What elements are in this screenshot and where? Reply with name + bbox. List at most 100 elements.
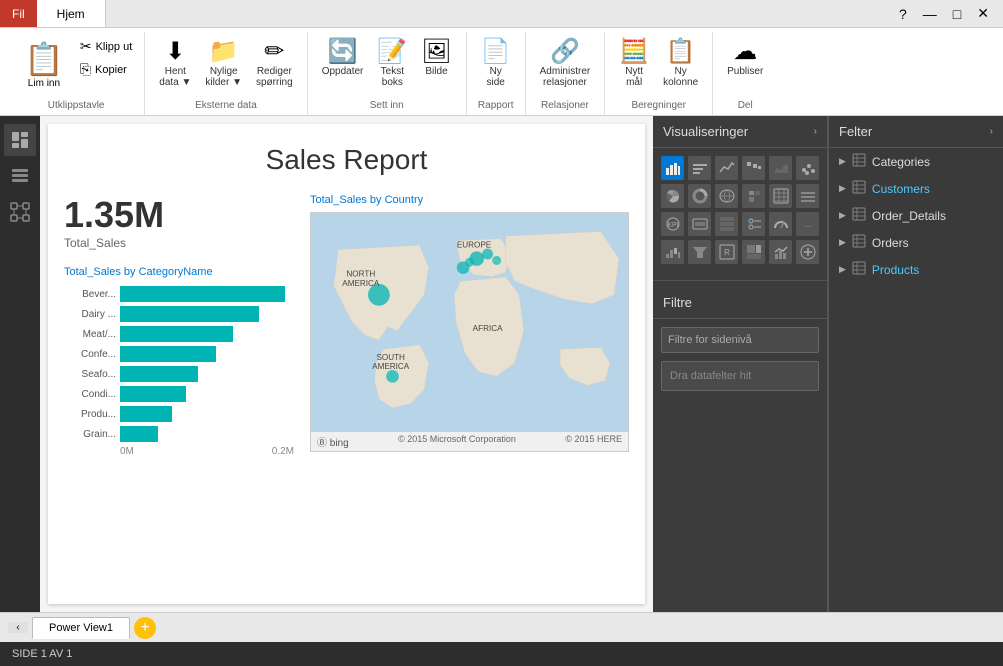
sidebar-icon-report[interactable] [4,124,36,156]
viz-icon-table[interactable] [769,184,792,208]
textbox-label: Tekstboks [381,66,404,88]
bar-track [120,406,294,422]
viz-icon-r-script[interactable]: R [715,240,738,264]
add-tab-button[interactable]: + [134,617,156,639]
viz-icon-custom[interactable]: ... [796,212,819,236]
field-item[interactable]: ▶ Categories [829,148,1003,175]
textbox-button[interactable]: 📝 Tekstboks [371,36,413,92]
recent-sources-label: Nyligekilder ▼ [205,66,242,88]
viz-icon-combo[interactable] [769,240,792,264]
field-table-icon [852,180,866,197]
bar-track [120,366,294,382]
tab-power-view1[interactable]: Power View1 [32,617,130,639]
image-label: Bilde [425,66,447,77]
viz-icon-filled-map[interactable] [742,184,765,208]
calculations-group-label: Beregninger [631,98,685,115]
big-label: Total_Sales [64,236,294,250]
close-button[interactable]: ✕ [971,3,995,24]
bar-fill [120,426,158,442]
viz-panel-chevron[interactable]: › [814,126,817,137]
filter-drop-zone[interactable]: Dra datafelter hit [661,361,819,391]
viz-icon-waterfall[interactable] [661,240,684,264]
viz-icon-map[interactable] [715,184,738,208]
sidebar-icon-data[interactable] [4,160,36,192]
status-text: SIDE 1 AV 1 [12,648,72,660]
field-name-label: Customers [872,182,930,196]
viz-icon-gauge[interactable] [769,212,792,236]
bar-chart-row: Confe... [64,346,294,362]
viz-icon-import[interactable] [796,240,819,264]
ms-copyright: © 2015 Microsoft Corporation [398,434,516,449]
cut-button[interactable]: ✂ Klipp ut [76,36,136,57]
bar-track [120,346,294,362]
maximize-button[interactable]: □ [947,4,967,24]
image-icon: 🖼 [421,40,451,64]
paste-button[interactable]: 📋 Lim inn [16,36,72,93]
recent-sources-button[interactable]: 📁 Nyligekilder ▼ [199,36,248,92]
viz-icon-slicer[interactable] [742,212,765,236]
field-expand-chevron: ▶ [839,237,846,248]
viz-panel-header: Visualiseringer › [653,116,827,148]
bar-chart-row: Dairy ... [64,306,294,322]
fields-panel-label: Felter [839,124,872,139]
field-item[interactable]: ▶ Orders [829,229,1003,256]
new-column-label: Nykolonne [663,66,698,88]
field-expand-chevron: ▶ [839,264,846,275]
viz-icon-kpi[interactable]: KPI [661,212,684,236]
copy-button[interactable]: ⎘ Kopier [76,59,136,80]
refresh-button[interactable]: 🔄 Oppdater [316,36,370,81]
bar-label: Produ... [64,409,116,420]
ribbon-group-report: 📄 Nyside Rapport [467,32,526,115]
viz-icon-stacked-bar[interactable] [742,156,765,180]
minimize-button[interactable]: — [917,4,943,24]
get-data-icon: ⬇ [165,40,185,64]
main-layout: Sales Report 1.35M Total_Sales Total_Sal… [0,116,1003,612]
viz-icon-donut[interactable] [688,184,711,208]
home-tab[interactable]: Hjem [37,0,106,27]
viz-icon-area[interactable] [769,156,792,180]
viz-icon-line[interactable] [715,156,738,180]
bar-chart-row: Produ... [64,406,294,422]
filters-panel-label: Filtre [663,295,692,310]
viz-icon-scatter[interactable] [796,156,819,180]
bar-fill [120,366,198,382]
field-name-label: Order_Details [872,209,946,223]
field-table-icon [852,207,866,224]
viz-icon-multirow-card[interactable] [715,212,738,236]
viz-icon-column[interactable] [688,156,711,180]
viz-icon-pie[interactable] [661,184,684,208]
fields-panel-chevron[interactable]: › [990,126,993,137]
image-button[interactable]: 🖼 Bilde [415,36,457,81]
recent-sources-icon: 📁 [209,40,239,64]
field-item[interactable]: ▶ Order_Details [829,202,1003,229]
viz-icon-card[interactable] [688,212,711,236]
viz-icon-bar[interactable] [661,156,684,180]
paste-icon: 📋 [24,40,64,78]
viz-row [661,156,819,180]
viz-icon-funnel[interactable] [688,240,711,264]
sidebar-icon-model[interactable] [4,196,36,228]
field-item[interactable]: ▶ Products [829,256,1003,283]
field-item[interactable]: ▶ Customers [829,175,1003,202]
file-menu-button[interactable]: Fil [0,0,37,27]
get-data-button[interactable]: ⬇ Hentdata ▼ [153,36,197,92]
new-page-button[interactable]: 📄 Nyside [475,36,517,92]
viz-icon-matrix[interactable] [796,184,819,208]
edit-query-label: Redigerspørring [256,66,293,88]
tab-scroll-left[interactable]: ‹ [8,622,28,633]
new-column-button[interactable]: 📋 Nykolonne [657,36,704,92]
field-table-icon [852,153,866,170]
new-measure-button[interactable]: 🧮 Nyttmål [613,36,655,92]
bar-fill [120,386,186,402]
publish-button[interactable]: ☁ Publiser [721,36,769,81]
manage-relations-button[interactable]: 🔗 Administrerrelasjoner [534,36,597,92]
bar-fill [120,306,259,322]
viz-icon-treemap[interactable] [742,240,765,264]
edit-query-button[interactable]: ✏ Redigerspørring [250,36,299,92]
help-button[interactable]: ? [893,4,913,24]
copy-label: Kopier [95,64,127,76]
bar-label: Bever... [64,289,116,300]
new-column-icon: 📋 [666,40,696,64]
ribbon: 📋 Lim inn ✂ Klipp ut ⎘ Kopier Utklippsta… [0,28,1003,116]
bar-chart-row: Condi... [64,386,294,402]
